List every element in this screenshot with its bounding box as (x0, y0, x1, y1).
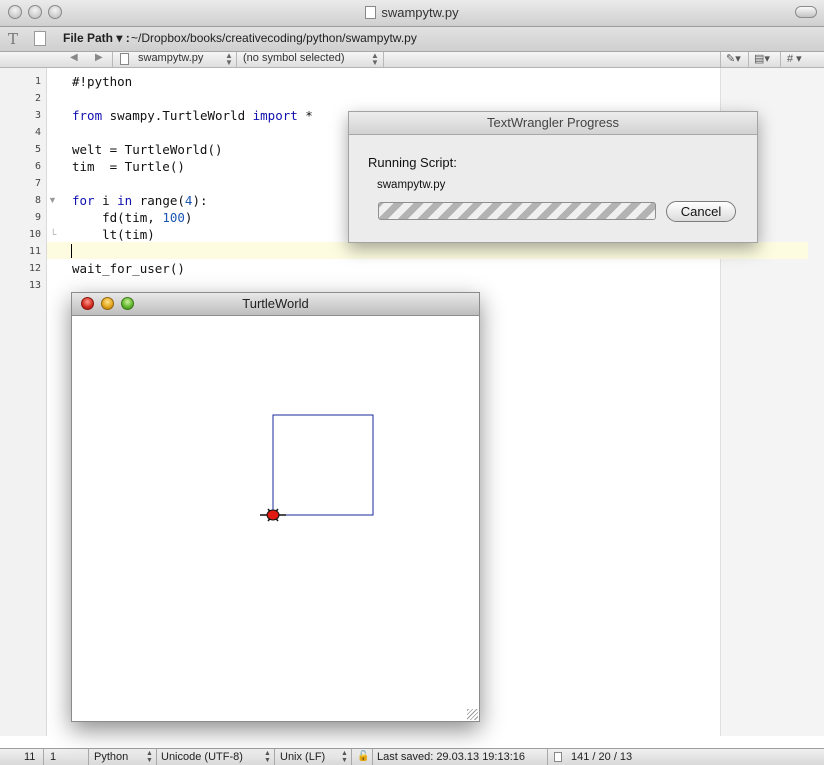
updown-icon: ▲ ▼ (225, 51, 233, 67)
line-number: 2 (34, 93, 41, 104)
line-number-gutter: 1 2 3 4 5 6 7 8 9 10 11 12 13 (0, 68, 47, 736)
forward-arrow-icon[interactable]: ▶ (95, 52, 103, 63)
updown-icon: ▲ ▼ (341, 750, 348, 764)
turtleworld-title: TurtleWorld (242, 296, 309, 311)
window-title-text: swampytw.py (381, 5, 459, 20)
fold-triangle-icon[interactable]: ▼ (48, 195, 57, 205)
file-icon (120, 53, 129, 65)
close-window-button[interactable] (81, 297, 94, 310)
document-counts: 141 / 20 / 13 (571, 751, 633, 763)
line-number: 10 (28, 229, 41, 240)
progress-dialog: TextWrangler Progress Running Script: sw… (348, 111, 758, 243)
code-line-3[interactable]: from swampy.TurtleWorld import * (72, 108, 313, 123)
progress-bar (378, 202, 656, 220)
minimize-window-button[interactable] (101, 297, 114, 310)
text-tool-icon[interactable]: T (8, 30, 18, 48)
resize-grip-icon[interactable] (467, 709, 478, 720)
line-number: 13 (28, 280, 41, 291)
document-icon (365, 6, 377, 19)
navigation-bar: ◀ ▶ swampytw.py ▲ ▼ (no symbol selected) … (0, 52, 824, 68)
turtle-canvas[interactable] (72, 316, 479, 720)
fold-end-icon: └ (50, 229, 57, 239)
cancel-button[interactable]: Cancel (666, 201, 736, 222)
symbol-menu[interactable]: (no symbol selected) (243, 52, 345, 64)
progress-bar-fill (379, 203, 655, 219)
line-number: 3 (34, 110, 41, 121)
updown-icon: ▲ ▼ (264, 750, 271, 764)
line-endings-menu[interactable]: Unix (LF) (280, 751, 325, 763)
code-line-12[interactable]: wait_for_user() (72, 261, 185, 276)
toolbar-toggle-button[interactable] (795, 6, 817, 18)
code-line-6[interactable]: tim = Turtle() (72, 159, 185, 174)
line-indicator[interactable]: 11 (24, 751, 35, 763)
line-number: 9 (34, 212, 41, 223)
last-saved-label: Last saved: 29.03.13 19:13:16 (377, 751, 526, 763)
line-number: 11 (28, 246, 41, 257)
window-titlebar: swampytw.py (0, 0, 824, 27)
code-line-9[interactable]: fd(tim, 100) (72, 210, 192, 225)
file-path-menu[interactable]: File Path ▾ : (63, 31, 130, 45)
turtleworld-titlebar: TurtleWorld (72, 293, 479, 316)
document-menu-icon[interactable]: ▤▾ (754, 52, 770, 65)
document-menu[interactable]: swampytw.py (138, 52, 203, 64)
updown-icon: ▲ ▼ (146, 750, 153, 764)
language-menu[interactable]: Python (94, 751, 128, 763)
encoding-menu[interactable]: Unicode (UTF-8) (161, 751, 243, 763)
line-number: 8 (34, 195, 41, 206)
hash-icon: # (787, 53, 794, 65)
document-info-icon[interactable] (34, 31, 46, 46)
current-line-highlight (47, 242, 808, 259)
window-title: swampytw.py (0, 5, 824, 20)
lock-icon[interactable]: 🔓 (357, 751, 369, 762)
pencil-icon[interactable]: ✎▾ (726, 52, 741, 65)
code-line-10[interactable]: lt(tim) (72, 227, 155, 242)
text-caret (71, 244, 72, 258)
hash-menu[interactable]: # ▾ (787, 52, 802, 65)
line-number: 6 (34, 161, 41, 172)
status-bar: 11 1 Python ▲ ▼ Unicode (UTF-8) ▲ ▼ Unix (… (0, 748, 824, 765)
document-stats-icon (554, 752, 562, 762)
turtle-path (272, 414, 374, 516)
column-indicator[interactable]: 1 (50, 751, 56, 763)
line-number: 5 (34, 144, 41, 155)
code-line-8[interactable]: for i in range(4): (72, 193, 208, 208)
back-arrow-icon[interactable]: ◀ (70, 52, 78, 63)
script-name: swampytw.py (377, 179, 446, 191)
code-line-1[interactable]: #!python (72, 74, 132, 89)
file-path-bar: T File Path ▾ : ~/Dropbox/books/creative… (0, 27, 824, 52)
turtleworld-window: TurtleWorld (71, 292, 480, 722)
code-line-5[interactable]: welt = TurtleWorld() (72, 142, 223, 157)
turtle-icon (260, 508, 286, 522)
file-path-value: ~/Dropbox/books/creativecoding/python/sw… (131, 31, 417, 45)
updown-icon: ▲ ▼ (371, 51, 379, 67)
running-script-label: Running Script: (368, 155, 457, 170)
line-number: 12 (28, 263, 41, 274)
line-number: 1 (34, 76, 41, 87)
zoom-window-button[interactable] (121, 297, 134, 310)
progress-dialog-title: TextWrangler Progress (349, 112, 757, 135)
line-number: 7 (34, 178, 41, 189)
line-number: 4 (34, 127, 41, 138)
